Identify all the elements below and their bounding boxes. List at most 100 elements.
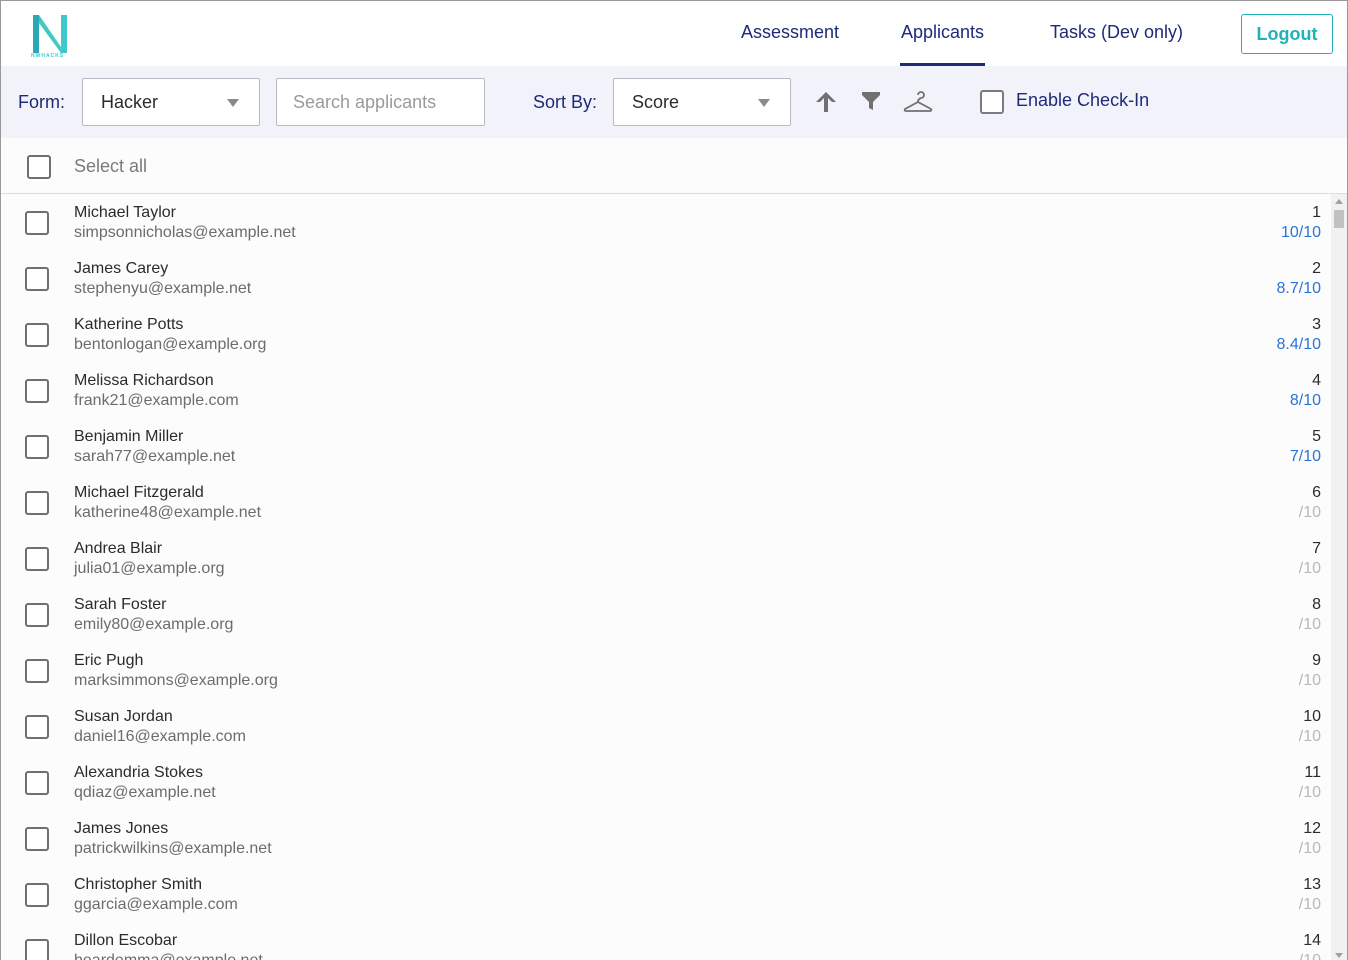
applicant-name: Benjamin Miller xyxy=(74,428,184,445)
row-checkbox[interactable] xyxy=(25,603,49,627)
applicant-name: Dillon Escobar xyxy=(74,932,178,949)
applicant-row[interactable]: Katherine Potts bentonlogan@example.org 3 8… xyxy=(1,306,1331,362)
applicant-row[interactable]: Susan Jordan daniel16@example.com 10/10 xyxy=(1,698,1331,754)
applicant-name: Eric Pugh xyxy=(74,652,144,669)
form-label: Form: xyxy=(18,92,65,112)
select-all-label[interactable]: Select all xyxy=(74,156,147,177)
applicant-score: /10 xyxy=(1298,616,1321,633)
applicant-email: ggarcia@example.com xyxy=(74,896,238,913)
applicant-rank: 8 xyxy=(1312,596,1321,613)
filter-icon[interactable] xyxy=(861,90,881,112)
sort-label: Sort By: xyxy=(533,92,598,112)
applicant-score: /10 xyxy=(1298,672,1321,689)
applicant-email: marksimmons@example.org xyxy=(74,672,278,689)
applicant-email: frank21@example.com xyxy=(74,392,239,409)
applicant-score: /10 xyxy=(1298,840,1321,857)
applicant-email: bentonlogan@example.org xyxy=(74,336,267,353)
applicant-email: julia01@example.org xyxy=(74,560,225,577)
applicant-rank: 2 xyxy=(1312,260,1321,277)
scroll-down-icon[interactable] xyxy=(1335,953,1343,958)
applicant-rank: 11 xyxy=(1304,764,1321,781)
search-input[interactable] xyxy=(276,78,485,126)
sort-select-value: Score xyxy=(632,92,680,112)
row-checkbox[interactable] xyxy=(25,323,49,347)
row-checkbox[interactable] xyxy=(25,939,49,960)
applicant-score: /10 xyxy=(1299,952,1321,960)
applicant-row[interactable]: Eric Pugh marksimmons@example.org 9/10 xyxy=(1,642,1331,698)
applicant-email: heardemma@example.net xyxy=(74,952,263,960)
sort-select[interactable]: Score xyxy=(613,78,791,126)
row-checkbox[interactable] xyxy=(25,771,49,795)
applicant-email: emily80@example.org xyxy=(74,616,234,633)
applicant-email: simpsonnicholas@example.net xyxy=(74,224,296,241)
select-all-bar: Select all xyxy=(1,138,1347,194)
applicant-score: /10 xyxy=(1298,784,1321,801)
applicant-email: qdiaz@example.net xyxy=(74,784,216,801)
row-checkbox[interactable] xyxy=(25,827,49,851)
applicant-row[interactable]: Andrea Blair julia01@example.org 7/10 xyxy=(1,530,1331,586)
applicant-row[interactable]: Michael Fitzgerald katherine48@example.ne… xyxy=(1,474,1331,530)
applicant-name: Katherine Potts xyxy=(74,316,184,333)
applicant-score: /10 xyxy=(1298,896,1321,913)
applicant-name: Andrea Blair xyxy=(74,540,163,557)
applicant-score: 8.7/10 xyxy=(1276,280,1321,297)
form-select[interactable]: Hacker xyxy=(82,78,260,126)
applicant-row[interactable]: Melissa Richardson frank21@example.com 4 8/… xyxy=(1,362,1331,418)
scroll-up-icon[interactable] xyxy=(1335,199,1343,204)
applicant-row[interactable]: Benjamin Miller sarah77@example.net 5 7/10 xyxy=(1,418,1331,474)
applicant-score: 10/10 xyxy=(1280,224,1321,241)
applicant-email: daniel16@example.com xyxy=(74,728,246,745)
applicant-row[interactable]: Dillon Escobar heardemma@example.net 14/10 xyxy=(1,922,1331,960)
checkin-checkbox[interactable] xyxy=(980,90,1004,114)
row-checkbox[interactable] xyxy=(25,491,49,515)
applicant-row[interactable]: Michael Taylor simpsonnicholas@example.ne… xyxy=(1,194,1331,250)
applicant-rank: 10 xyxy=(1303,708,1321,725)
applicant-list: Michael Taylor simpsonnicholas@example.ne… xyxy=(1,194,1331,960)
hanger-icon[interactable] xyxy=(903,91,933,113)
row-checkbox[interactable] xyxy=(25,435,49,459)
nav-assessment[interactable]: Assessment xyxy=(741,1,839,66)
arrow-up-icon[interactable] xyxy=(815,90,837,114)
nav-tasks[interactable]: Tasks (Dev only) xyxy=(1050,1,1183,66)
nav-applicants[interactable]: Applicants xyxy=(900,1,986,66)
row-checkbox[interactable] xyxy=(25,883,49,907)
row-checkbox[interactable] xyxy=(25,267,49,291)
applicant-email: stephenyu@example.net xyxy=(74,280,252,297)
top-header: NWHACKS Assessment Applicants Tasks (Dev… xyxy=(1,1,1347,66)
scroll-thumb[interactable] xyxy=(1334,210,1344,228)
applicant-row[interactable]: James Carey stephenyu@example.net 2 8.7/10 xyxy=(1,250,1331,306)
applicant-rank: 5 xyxy=(1312,428,1321,445)
applicant-name: Michael Fitzgerald xyxy=(74,484,204,501)
applicant-row[interactable]: James Jones patrickwilkins@example.net 12 /… xyxy=(1,810,1331,866)
applicant-rank: 7 xyxy=(1312,540,1321,557)
row-checkbox[interactable] xyxy=(25,547,49,571)
row-checkbox[interactable] xyxy=(25,715,49,739)
applicant-rank: 6 xyxy=(1312,484,1321,501)
chevron-down-icon xyxy=(227,99,239,107)
filter-toolbar: Form: Hacker Sort By: Score Enable Check… xyxy=(1,66,1347,138)
applicant-rank: 14 xyxy=(1303,932,1321,949)
applicant-score: /10 xyxy=(1298,728,1321,745)
applicant-score: 8.4/10 xyxy=(1276,336,1321,353)
applicant-name: James Jones xyxy=(74,820,169,837)
logout-button[interactable]: Logout xyxy=(1241,14,1333,54)
applicant-rank: 12 xyxy=(1303,820,1321,837)
row-checkbox[interactable] xyxy=(25,211,49,235)
applicant-name: Melissa Richardson xyxy=(74,372,214,389)
applicant-name: James Carey xyxy=(74,260,169,277)
applicant-row[interactable]: Alexandria Stokes qdiaz@example.net 11/10 xyxy=(1,754,1331,810)
applicant-row[interactable]: Christopher Smith ggarcia@example.com 13/1… xyxy=(1,866,1331,922)
scrollbar[interactable] xyxy=(1331,194,1347,960)
row-checkbox[interactable] xyxy=(25,659,49,683)
applicant-name: Alexandria Stokes xyxy=(74,764,203,781)
checkin-label[interactable]: Enable Check-In xyxy=(1016,90,1149,111)
applicant-name: Sarah Foster xyxy=(74,596,167,613)
applicant-rank: 1 xyxy=(1312,204,1321,221)
select-all-checkbox[interactable] xyxy=(27,155,51,179)
applicant-email: sarah77@example.net xyxy=(74,448,236,465)
applicant-row[interactable]: Sarah Foster emily80@example.org 8/10 xyxy=(1,586,1331,642)
applicant-score: 8/10 xyxy=(1289,392,1321,409)
applicant-rank: 9 xyxy=(1312,652,1321,669)
row-checkbox[interactable] xyxy=(25,379,49,403)
applicant-rank: 3 xyxy=(1312,316,1321,333)
